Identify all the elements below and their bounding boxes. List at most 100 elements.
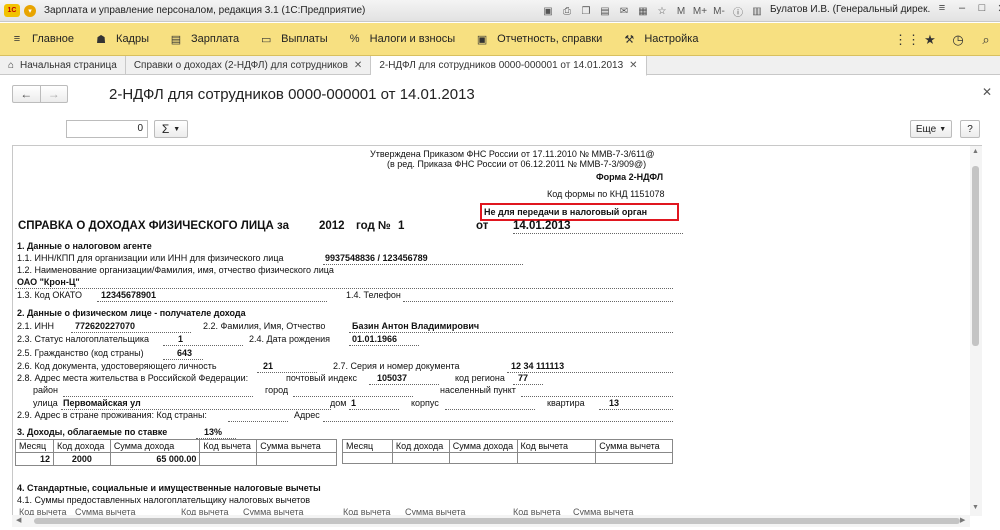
tiles-icon[interactable]: ▥ [749,3,765,19]
form-close-icon[interactable]: ✕ [982,85,992,99]
apps-icon[interactable]: ⋮⋮ [894,32,920,48]
grid-icon[interactable]: ▦ [635,3,651,19]
favorites-star-icon[interactable]: ★ [922,32,938,48]
menu-item-salary[interactable]: ▤ Зарплата [159,23,249,56]
info-icon[interactable]: ⓘ [730,3,746,19]
save-icon[interactable]: ▣ [540,3,556,19]
vertical-scroll-thumb[interactable] [972,166,979,346]
street-label: улица [33,398,58,408]
open-windows-tabs: ⌂ Начальная страница Справки о доходах (2… [0,56,1000,76]
menu-item-main[interactable]: ≡ Главное [0,23,84,56]
house-value: 1 [351,398,357,408]
s24-value: 01.01.1966 [352,334,398,344]
s14-label: 1.4. Телефон [346,290,401,300]
app-logo: 1С [4,4,20,17]
col-header-deduction-code: Код вычета [516,439,597,453]
form-header: ← → 2-НДФЛ для сотрудников 0000-000001 о… [0,76,1000,116]
tab-label: 2-НДФЛ для сотрудников 0000-000001 от 14… [379,60,624,71]
table-row[interactable] [342,452,673,464]
s27-value: 12 34 111113 [511,361,565,371]
cell-month[interactable] [342,452,393,464]
print-icon[interactable]: ⎙ [559,3,575,19]
menu-item-payments[interactable]: ▭ Выплаты [249,23,337,56]
menu-item-label: Кадры [116,33,149,45]
menu-item-hr[interactable]: ☗ Кадры [84,23,159,56]
forward-arrow-icon[interactable]: → [41,86,68,102]
memory-m-button[interactable]: M [673,3,689,19]
wallet-icon: ▭ [260,33,272,46]
approval-line-2: (в ред. Приказа ФНС России от 06.12.2011… [387,159,647,169]
tab-income-certificates[interactable]: Справки о доходах (2-НДФЛ) для сотрудник… [126,56,372,75]
back-arrow-icon[interactable]: ← [13,86,41,102]
help-button[interactable]: ? [960,120,980,138]
sum-mode-button[interactable]: Σ ▼ [154,120,188,138]
minimize-icon[interactable]: – [956,2,968,15]
cell-month[interactable]: 12 [15,452,54,466]
horizontal-scroll-thumb[interactable] [34,518,960,524]
spreadsheet-document[interactable]: Утверждена Приказом ФНС России от 17.11.… [12,145,982,516]
scroll-right-icon[interactable]: ▶ [960,516,965,524]
memory-mplus-button[interactable]: M+ [692,3,708,19]
maximize-icon[interactable]: □ [976,2,988,15]
menu-list-icon: ≡ [13,33,21,45]
memory-mminus-button[interactable]: M- [711,3,727,19]
home-icon: ⌂ [8,60,15,71]
menu-right-tools: ⋮⋮ ★ ◷ ⌕ [894,23,994,56]
tax-rate: 13% [204,427,223,437]
more-button[interactable]: Еще ▼ [910,120,952,138]
col-header-income-sum: Сумма дохода [448,439,518,453]
not-for-tax-label: Не для передачи в налоговый орган [484,207,648,217]
scroll-up-icon[interactable]: ▲ [972,148,979,155]
user-name[interactable]: Булатов И.В. (Генеральный дирек... [770,4,930,15]
tab-ndfl-document[interactable]: 2-НДФЛ для сотрудников 0000-000001 от 14… [371,56,647,76]
cell-sum-field[interactable]: 0 [66,120,148,138]
tab-close-icon[interactable]: ✕ [354,60,362,71]
col-header-deduction-sum: Сумма вычета [256,439,337,453]
knd-code: Код формы по КНД 1151078 [547,189,665,199]
col-header-income-sum: Сумма дохода [109,439,201,453]
main-menu-button[interactable]: ▾ [24,4,36,17]
table-row[interactable]: 12 2000 65 000.00 [15,452,337,466]
col-header-deduction-code: Код вычета [199,439,258,453]
titlebar-toolbar: ▣ ⎙ ❐ ▤ ✉ ▦ ☆ M M+ M- ⓘ ▥ [540,3,765,19]
cell-income-sum[interactable] [448,452,518,464]
cell-deduction-sum[interactable] [256,452,337,466]
cell-income-code[interactable]: 2000 [52,452,111,466]
window-title: Зарплата и управление персоналом, редакц… [44,5,366,16]
scroll-down-icon[interactable]: ▼ [972,504,979,511]
cell-deduction-sum[interactable] [595,452,673,464]
horizontal-scrollbar[interactable]: ◀ ▶ [12,515,970,527]
s23-value: 1 [178,334,184,344]
tab-close-icon[interactable]: ✕ [629,60,637,71]
wrench-icon: ⚒ [624,33,635,46]
mail-icon[interactable]: ✉ [616,3,632,19]
income-table-right: Месяц Код дохода Сумма дохода Код вычета… [342,439,673,464]
menu-item-settings[interactable]: ⚒ Настройка [612,23,708,56]
history-icon[interactable]: ◷ [950,32,966,48]
certificate-number: 1 [398,220,405,232]
s12-value: ОАО "Крон-Ц" [17,277,80,287]
close-icon[interactable]: ✕ [996,2,1000,15]
paste-icon[interactable]: ▤ [597,3,613,19]
copy-icon[interactable]: ❐ [578,3,594,19]
form-title: 2-НДФЛ для сотрудников 0000-000001 от 14… [109,86,475,103]
search-icon[interactable]: ⌕ [978,32,994,48]
cell-deduction-code[interactable] [199,452,258,466]
building-label: корпус [411,398,439,408]
col-header-month: Месяц [342,439,393,453]
tab-home[interactable]: ⌂ Начальная страница [0,56,126,75]
cell-income-code[interactable] [391,452,450,464]
s23-label: 2.3. Статус налогоплательщика [17,334,150,344]
menu-item-taxes[interactable]: % Налоги и взносы [338,23,466,56]
cell-deduction-code[interactable] [516,452,597,464]
vertical-scrollbar[interactable]: ▲ ▼ [970,146,982,516]
star-icon[interactable]: ☆ [654,3,670,19]
scroll-left-icon[interactable]: ◀ [16,516,21,524]
s26-label: 2.6. Код документа, удостоверяющего личн… [17,361,217,371]
menu-item-reports[interactable]: ▣ Отчетность, справки [465,23,612,56]
cell-income-sum[interactable]: 65 000.00 [109,452,201,466]
s41-label: 4.1. Суммы предоставленных налогоплатель… [17,495,311,505]
settings-menu-icon[interactable]: ≡ [936,2,948,15]
region-label: код региона [455,373,505,383]
region-value: 77 [518,373,529,383]
